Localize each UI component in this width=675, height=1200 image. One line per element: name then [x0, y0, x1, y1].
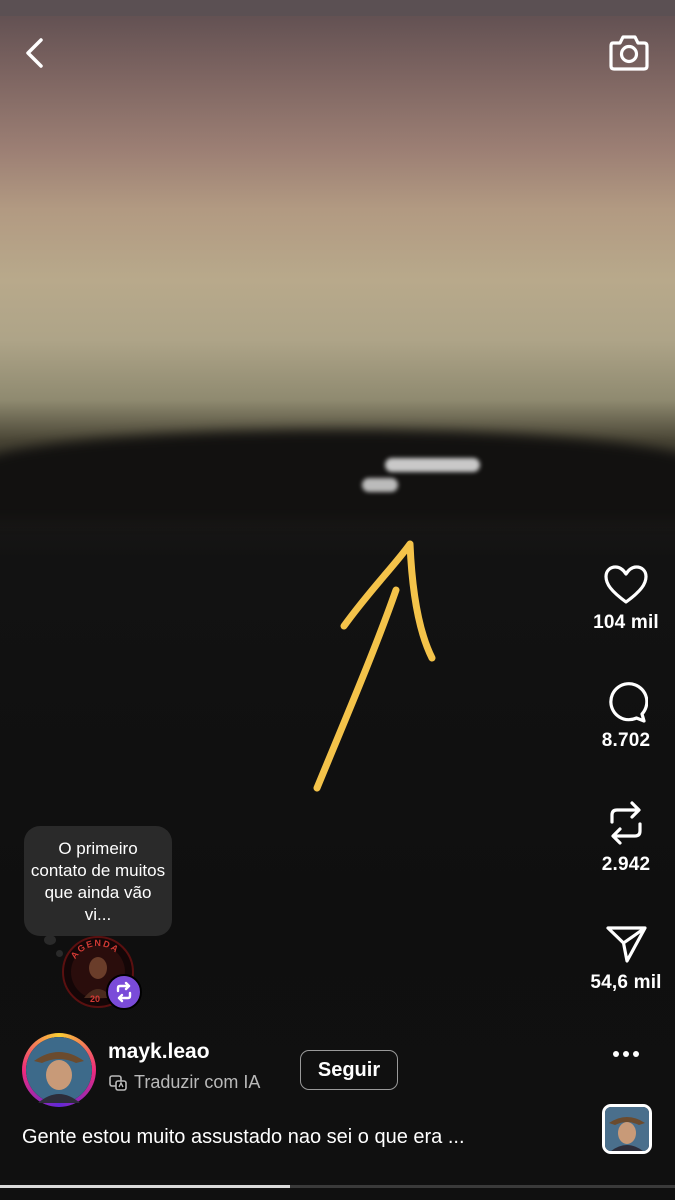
chevron-left-icon[interactable]	[20, 36, 50, 70]
translate-link[interactable]: Traduzir com IA	[108, 1072, 260, 1093]
user-avatar-photo	[26, 1037, 92, 1103]
more-dots-icon[interactable]	[608, 1042, 644, 1066]
share-count: 54,6 mil	[590, 972, 662, 993]
status-strip	[0, 0, 675, 16]
comment-count: 8.702	[601, 730, 651, 751]
light-streak	[385, 458, 480, 472]
post-caption[interactable]: Gente estou muito assustado nao sei o qu…	[22, 1126, 465, 1149]
translate-icon	[109, 1074, 127, 1091]
camera-icon[interactable]	[607, 32, 651, 72]
repost-action[interactable]: 2.942	[586, 798, 666, 876]
drawn-arrow-icon	[313, 540, 436, 792]
comment-icon[interactable]	[604, 680, 648, 724]
like-count: 104 mil	[593, 612, 659, 633]
username[interactable]: mayk.leao	[108, 1040, 210, 1064]
comment-action[interactable]: 8.702	[586, 680, 666, 752]
light-streak-small	[362, 478, 398, 492]
share-action[interactable]: 54,6 mil	[586, 922, 666, 994]
like-action[interactable]: 104 mil	[586, 564, 666, 634]
translate-label: Traduzir com IA	[134, 1072, 261, 1092]
repost-count: 2.942	[601, 854, 651, 875]
video-horizon	[0, 430, 675, 520]
follow-button[interactable]: Seguir	[300, 1050, 398, 1090]
note-bubble-tail	[44, 935, 56, 945]
repost-icon[interactable]	[604, 798, 648, 848]
audio-thumbnail-icon	[605, 1107, 649, 1151]
audio-thumbnail[interactable]	[602, 1104, 652, 1154]
repost-badge	[106, 974, 142, 1010]
note-bubble[interactable]: O primeiro contato de muitos que ainda v…	[24, 826, 172, 936]
reel-viewer: 104 mil 8.702 2.942 54,6 mil O primeiro …	[0, 0, 675, 1200]
send-icon[interactable]	[604, 922, 648, 966]
user-avatar[interactable]	[22, 1033, 96, 1107]
heart-icon[interactable]	[603, 564, 649, 606]
video-progress-fill	[0, 1185, 291, 1188]
svg-text:20: 20	[90, 994, 100, 1004]
video-progress-bar[interactable]	[0, 1185, 675, 1188]
repost-badge-icon	[116, 981, 132, 1003]
avatar-photo-icon	[26, 1037, 92, 1103]
